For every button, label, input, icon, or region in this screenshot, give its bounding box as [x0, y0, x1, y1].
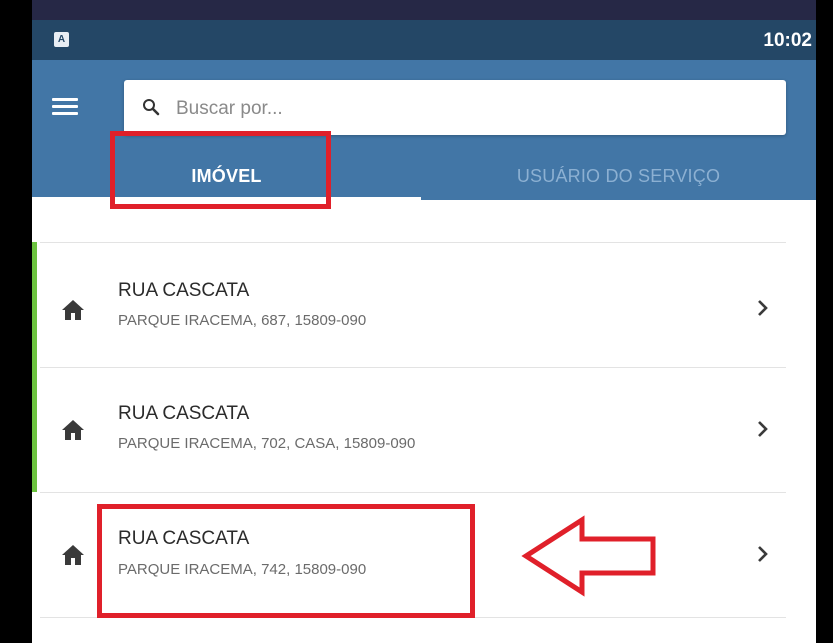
- home-icon: [62, 545, 84, 565]
- tab-usuario-do-servico[interactable]: USUÁRIO DO SERVIÇO: [421, 154, 816, 200]
- chevron-right-icon[interactable]: [756, 298, 770, 318]
- chevron-right-icon[interactable]: [756, 419, 770, 439]
- list-item[interactable]: RUA CASCATA PARQUE IRACEMA, 742, 15809-0…: [32, 493, 816, 617]
- search-box[interactable]: [124, 80, 786, 135]
- status-time: 10:02: [763, 30, 812, 51]
- list-item-subtitle: PARQUE IRACEMA, 702, CASA, 15809-090: [118, 435, 416, 452]
- list-item[interactable]: RUA CASCATA PARQUE IRACEMA, 702, CASA, 1…: [32, 368, 816, 492]
- tab-imovel-label: IMÓVEL: [191, 166, 262, 186]
- chevron-right-icon[interactable]: [756, 544, 770, 564]
- list-item-title: RUA CASCATA: [118, 280, 250, 301]
- status-bar: A 10:02: [32, 20, 816, 60]
- device-frame-left: [0, 0, 32, 643]
- tab-usuario-label: USUÁRIO DO SERVIÇO: [516, 166, 721, 186]
- list-item-title: RUA CASCATA: [118, 528, 250, 549]
- list-item-title: RUA CASCATA: [118, 403, 250, 424]
- device-frame-top: [0, 0, 833, 20]
- app-bar: IMÓVEL USUÁRIO DO SERVIÇO: [32, 60, 816, 200]
- list-item[interactable]: RUA CASCATA PARQUE IRACEMA, 687, 15809-0…: [32, 243, 816, 367]
- property-list: RUA CASCATA PARQUE IRACEMA, 687, 15809-0…: [32, 200, 816, 643]
- device-frame-right: [816, 0, 833, 643]
- list-divider: [40, 617, 786, 618]
- tab-imovel[interactable]: IMÓVEL: [32, 154, 421, 200]
- search-icon: [143, 99, 160, 116]
- search-input[interactable]: [174, 90, 768, 127]
- notification-icon: A: [54, 32, 69, 47]
- home-icon: [62, 420, 84, 440]
- hamburger-menu-icon[interactable]: [52, 96, 78, 118]
- home-icon: [62, 300, 84, 320]
- list-item-subtitle: PARQUE IRACEMA, 687, 15809-090: [118, 312, 367, 329]
- list-item-subtitle: PARQUE IRACEMA, 742, 15809-090: [118, 561, 367, 578]
